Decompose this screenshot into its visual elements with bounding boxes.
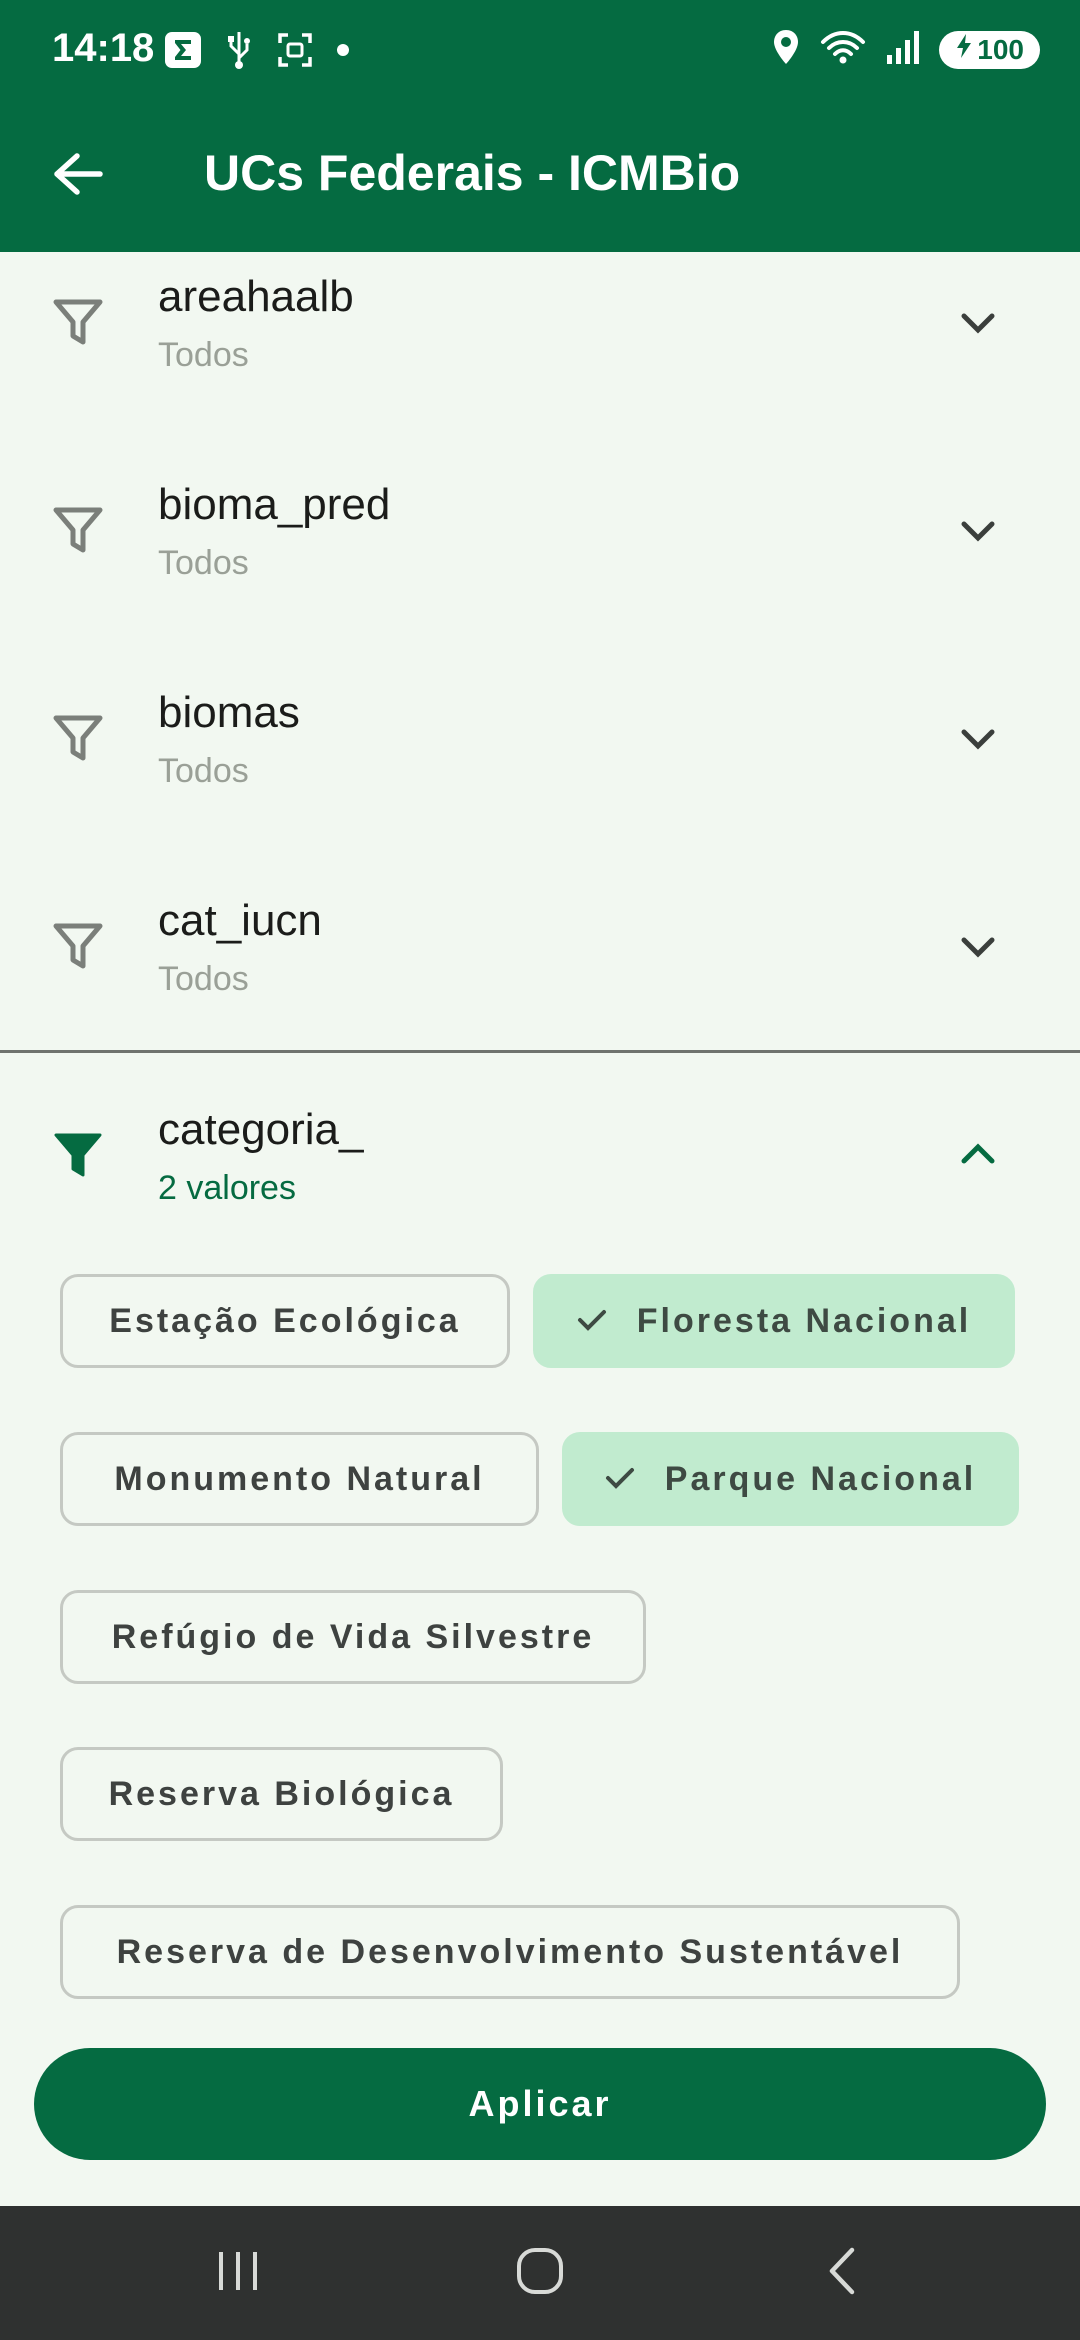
location-icon — [771, 28, 801, 71]
page-title: UCs Federais - ICMBio — [204, 145, 741, 201]
usb-icon — [224, 30, 254, 75]
chip-parque-nacional[interactable]: Parque Nacional — [562, 1432, 1019, 1526]
battery-charging-icon — [955, 33, 973, 66]
filter-name: categoria_ — [158, 1105, 364, 1154]
battery-indicator: 100 — [939, 30, 1040, 69]
chevron-up-icon[interactable] — [956, 1133, 1000, 1177]
chip-reserva-desenvolvimento-sustentavel[interactable]: Reserva de Desenvolvimento Sustentável — [60, 1905, 960, 1999]
signal-icon — [885, 29, 921, 70]
filter-name: areahaalb — [158, 272, 354, 321]
chip-refugio-vida-silvestre[interactable]: Refúgio de Vida Silvestre — [60, 1590, 646, 1684]
chip-reserva-biologica[interactable]: Reserva Biológica — [60, 1747, 503, 1841]
filter-name: biomas — [158, 688, 300, 737]
chip-floresta-nacional[interactable]: Floresta Nacional — [533, 1274, 1015, 1368]
wifi-icon — [819, 28, 867, 71]
arrow-left-icon — [53, 152, 103, 201]
back-icon — [822, 2246, 862, 2301]
filter-icon — [52, 504, 104, 556]
chevron-down-icon[interactable] — [956, 300, 1000, 344]
filter-icon — [52, 296, 104, 348]
battery-level: 100 — [977, 33, 1024, 65]
chip-label: Estação Ecológica — [109, 1301, 461, 1340]
apply-button[interactable]: Aplicar — [34, 2048, 1046, 2160]
check-icon — [577, 1302, 607, 1341]
filter-value: Todos — [158, 960, 249, 998]
status-left-icons — [164, 30, 350, 75]
back-button[interactable] — [40, 138, 116, 214]
filter-value: Todos — [158, 544, 249, 582]
recents-button[interactable] — [193, 2228, 283, 2318]
filter-value: Todos — [158, 752, 249, 790]
check-icon — [605, 1460, 635, 1499]
sigma-app-icon — [164, 31, 202, 74]
status-right-icons: 100 — [771, 28, 1040, 71]
filter-row-categoria[interactable]: categoria_ 2 valores — [0, 1085, 1080, 1293]
status-bar: 14:18 100 — [0, 0, 1080, 100]
chip-monumento-natural[interactable]: Monumento Natural — [60, 1432, 539, 1526]
filter-icon — [52, 712, 104, 764]
chip-label: Parque Nacional — [664, 1459, 977, 1498]
chip-label: Monumento Natural — [114, 1459, 485, 1498]
navigation-bar — [0, 2206, 1080, 2340]
chip-label: Floresta Nacional — [636, 1301, 972, 1340]
filter-row-areahaalb[interactable]: areahaalb Todos — [0, 252, 1080, 460]
filter-active-icon — [52, 1129, 104, 1181]
filter-icon — [52, 920, 104, 972]
filter-value: Todos — [158, 336, 249, 374]
status-time: 14:18 — [52, 26, 155, 70]
chip-label: Reserva de Desenvolvimento Sustentável — [116, 1932, 904, 1971]
recents-icon — [215, 2248, 261, 2299]
chip-label: Reserva Biológica — [108, 1774, 455, 1813]
filter-name: bioma_pred — [158, 480, 391, 529]
filter-row-biomas[interactable]: biomas Todos — [0, 668, 1080, 876]
filter-value: 2 valores — [158, 1169, 296, 1207]
app-bar: UCs Federais - ICMBio — [0, 100, 1080, 252]
home-button[interactable] — [495, 2228, 585, 2318]
screenshot-icon — [276, 31, 314, 74]
system-back-button[interactable] — [797, 2228, 887, 2318]
chevron-down-icon[interactable] — [956, 924, 1000, 968]
filter-name: cat_iucn — [158, 896, 322, 945]
filter-row-bioma-pred[interactable]: bioma_pred Todos — [0, 460, 1080, 668]
chip-estacao-ecologica[interactable]: Estação Ecológica — [60, 1274, 510, 1368]
chevron-down-icon[interactable] — [956, 716, 1000, 760]
home-icon — [515, 2246, 565, 2301]
chevron-down-icon[interactable] — [956, 508, 1000, 552]
dot-icon — [336, 43, 350, 62]
divider — [0, 1050, 1080, 1053]
chip-label: Refúgio de Vida Silvestre — [111, 1617, 595, 1656]
